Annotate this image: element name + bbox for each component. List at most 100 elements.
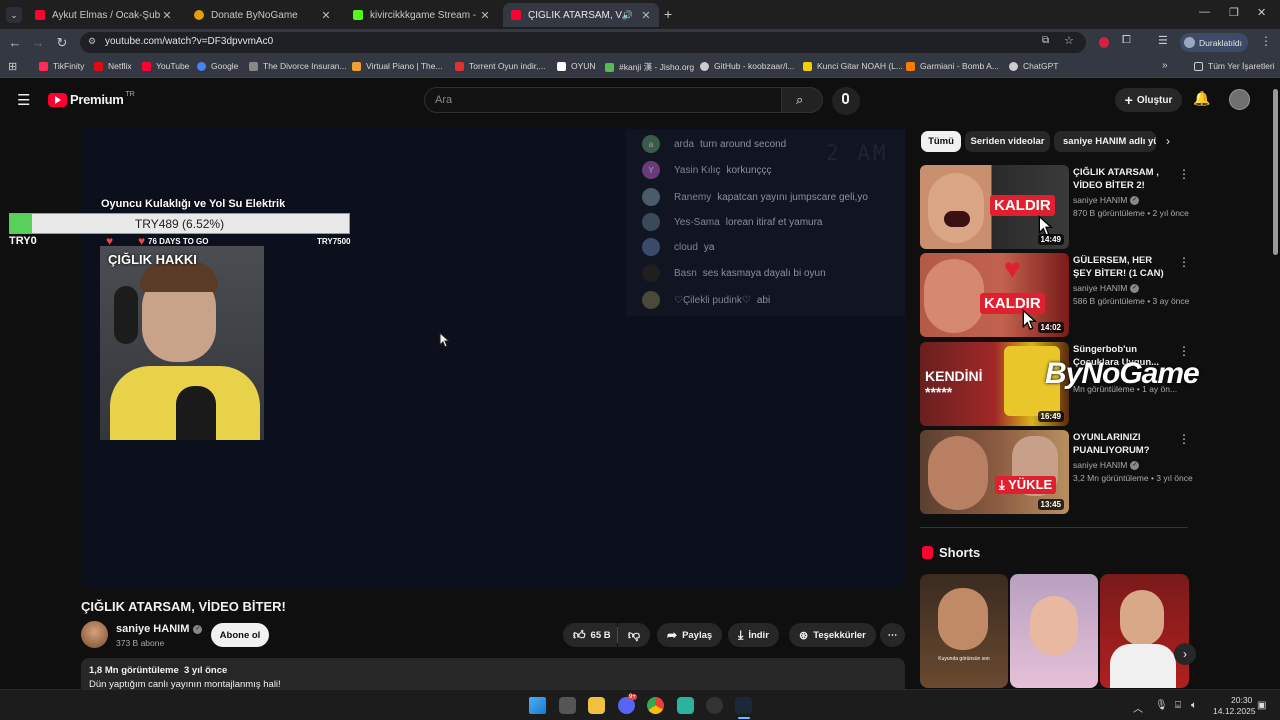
chip-channel[interactable]: saniye HANIM adlı yü [1054,131,1156,152]
bookmark-item[interactable]: GitHub - koobzaar/l... [700,61,794,71]
video-menu-icon[interactable]: ⋮ [1178,432,1190,446]
shorts-next-button[interactable]: › [1174,643,1196,665]
chrome-icon[interactable] [647,697,664,714]
clock-date[interactable]: 14.12.2025 [1213,706,1256,716]
video-thumbnail[interactable]: ♥ KALDIR 14:02 [920,253,1069,337]
search-box[interactable] [424,87,782,113]
bookmark-item[interactable]: Netflix [94,61,132,71]
browser-tab[interactable]: Aykut Elmas / Ocak-Şubat-Mart ✕ [27,3,180,27]
app-green-icon[interactable] [677,697,694,714]
hamburger-menu-icon[interactable]: ☰ [17,91,30,109]
apps-grid-icon[interactable]: ⊞ [8,60,17,73]
recommended-video[interactable]: KALDIR 14:49 ÇIĞLIK ATARSAM , VİDEO BİTE… [920,165,1190,249]
bookmark-item[interactable]: Google [197,61,238,71]
all-bookmarks-folder[interactable]: Tüm Yer İşaretleri [1194,61,1275,71]
chips-next-arrow-icon[interactable]: › [1166,134,1170,148]
clock-time[interactable]: 20:30 [1231,695,1252,705]
youtube-logo[interactable]: Premium TR [48,91,135,107]
thanks-button[interactable]: ⊛ Teşekkürler [789,623,876,647]
minimize-window-button[interactable]: — [1199,6,1210,18]
chip-series[interactable]: Seriden videolar [965,131,1050,152]
tab-search-button[interactable]: ⌄ [6,7,22,23]
video-channel[interactable]: saniye HANIM ✓ [1073,195,1140,205]
close-window-button[interactable]: ✕ [1257,6,1266,19]
notifications-bell-icon[interactable]: 🔔 [1193,90,1210,107]
windows-start-icon[interactable] [529,697,546,714]
short-video[interactable] [1010,574,1098,688]
tab-search-icon[interactable]: ☰ [1158,34,1168,47]
short-video[interactable] [1100,574,1189,688]
extension-red-icon[interactable] [1099,37,1109,48]
browser-tab[interactable]: Donate ByNoGame ✕ [186,3,339,27]
app-record-icon[interactable] [706,697,723,714]
bookmark-item[interactable]: Virtual Piano | The... [352,61,443,71]
more-actions-button[interactable]: ⋯ [880,623,905,647]
browser-tab[interactable]: kivircikkkgame Stream - Watch ✕ [345,3,498,27]
volume-icon[interactable]: 🔈︎ [1191,700,1197,711]
recommended-video[interactable]: ♥ KALDIR 14:02 GÜLERSEM, HER ŞEY BİTER! … [920,253,1190,337]
bookmark-item[interactable]: Garmiani - Bomb A... [906,61,999,71]
tray-overflow-icon[interactable]: ︿ [1133,700,1143,715]
file-explorer-icon[interactable] [588,697,605,714]
channel-name-row[interactable]: saniye HANIM ✓ [116,623,203,635]
scrollbar-thumb[interactable] [1273,89,1278,255]
forward-arrow-icon[interactable]: → [29,34,47,52]
close-tab-icon[interactable]: ✕ [319,9,333,22]
page-scrollbar[interactable] [1271,79,1280,689]
bookmark-item[interactable]: The Divorce Insuran... [249,61,347,71]
extensions-puzzle-icon[interactable]: ⧠ [1122,34,1131,47]
url-text[interactable]: youtube.com/watch?v=DF3dpvvmAc0 [105,36,273,47]
network-icon[interactable]: ⌸ [1175,700,1181,711]
search-button[interactable]: ⌕ [781,87,823,113]
close-tab-icon[interactable]: ✕ [478,9,492,22]
account-avatar[interactable] [1229,89,1250,110]
video-title[interactable]: ÇIĞLIK ATARSAM , VİDEO BİTER 2! [1073,166,1173,192]
video-menu-icon[interactable]: ⋮ [1178,344,1190,358]
video-title[interactable]: GÜLERSEM, HER ŞEY BİTER! (1 CAN) [1073,254,1173,280]
channel-name[interactable]: saniye HANIM [116,623,189,635]
channel-avatar[interactable] [81,621,108,648]
video-channel[interactable]: saniye HANIM ✓ [1073,460,1140,470]
back-arrow-icon[interactable]: ← [6,34,24,52]
video-menu-icon[interactable]: ⋮ [1178,255,1190,269]
voice-search-button[interactable] [832,87,860,115]
profile-paused-button[interactable]: Duraklatıldı [1180,33,1248,52]
bookmark-item[interactable]: OYUN [557,61,596,71]
close-tab-icon[interactable]: ✕ [160,9,174,22]
like-button[interactable]: 👍︎ 65 B [563,623,617,647]
address-bar[interactable]: ⚙ youtube.com/watch?v=DF3dpvvmAc0 ⧉ ☆ [80,32,1086,53]
dislike-button[interactable]: 👎︎ [618,623,650,647]
bookmark-item[interactable]: ChatGPT [1009,61,1058,71]
video-thumbnail[interactable]: ⤓ YÜKLE 13:45 [920,430,1069,514]
browser-menu-icon[interactable]: ⋮ [1260,34,1272,48]
download-button[interactable]: ⤓ İndir [728,623,779,647]
notification-center-icon[interactable]: ▣ [1257,700,1266,711]
task-view-icon[interactable] [559,697,576,714]
subscribe-button[interactable]: Abone ol [211,623,269,647]
video-menu-icon[interactable]: ⋮ [1178,167,1190,181]
create-button[interactable]: + Oluştur [1115,88,1182,112]
close-tab-icon[interactable]: ✕ [639,9,653,22]
bookmark-item[interactable]: YouTube [142,61,189,71]
video-channel[interactable]: saniye HANIM ✓ [1073,283,1140,293]
tray-mic-icon[interactable]: 🎙︎ [1155,700,1168,711]
share-button[interactable]: ➦ Paylaş [657,623,723,647]
bookmark-item[interactable]: Kunci Gitar NOAH (L... [803,61,903,71]
video-thumbnail[interactable]: KALDIR 14:49 [920,165,1069,249]
reload-icon[interactable]: ↻ [53,34,71,52]
bookmark-star-icon[interactable]: ☆ [1064,34,1074,47]
bookmark-item[interactable]: #kanji 漢 - Jisho.org [605,61,694,73]
site-info-icon[interactable]: ⚙ [88,36,96,47]
maximize-window-button[interactable]: ❐ [1229,6,1239,19]
audio-playing-icon[interactable]: 🔊 [622,10,633,21]
bookmark-item[interactable]: TikFinity [39,61,84,71]
video-title[interactable]: OYUNLARINIZI PUANLIYORUM? [1073,431,1173,457]
bookmark-item[interactable]: Torrent Oyun indir,... [455,61,546,71]
new-tab-button[interactable]: + [664,6,672,22]
install-app-icon[interactable]: ⧉ [1042,35,1049,46]
more-bookmarks-icon[interactable]: » [1162,60,1168,71]
recommended-video[interactable]: ⤓ YÜKLE 13:45 OYUNLARINIZI PUANLIYORUM? … [920,430,1193,514]
browser-tab-active[interactable]: ÇIĞLIK ATARSAM, VİDEO BİTER! 🔊 ✕ [503,3,659,27]
chip-all[interactable]: Tümü [921,131,961,152]
search-input[interactable] [425,88,781,112]
